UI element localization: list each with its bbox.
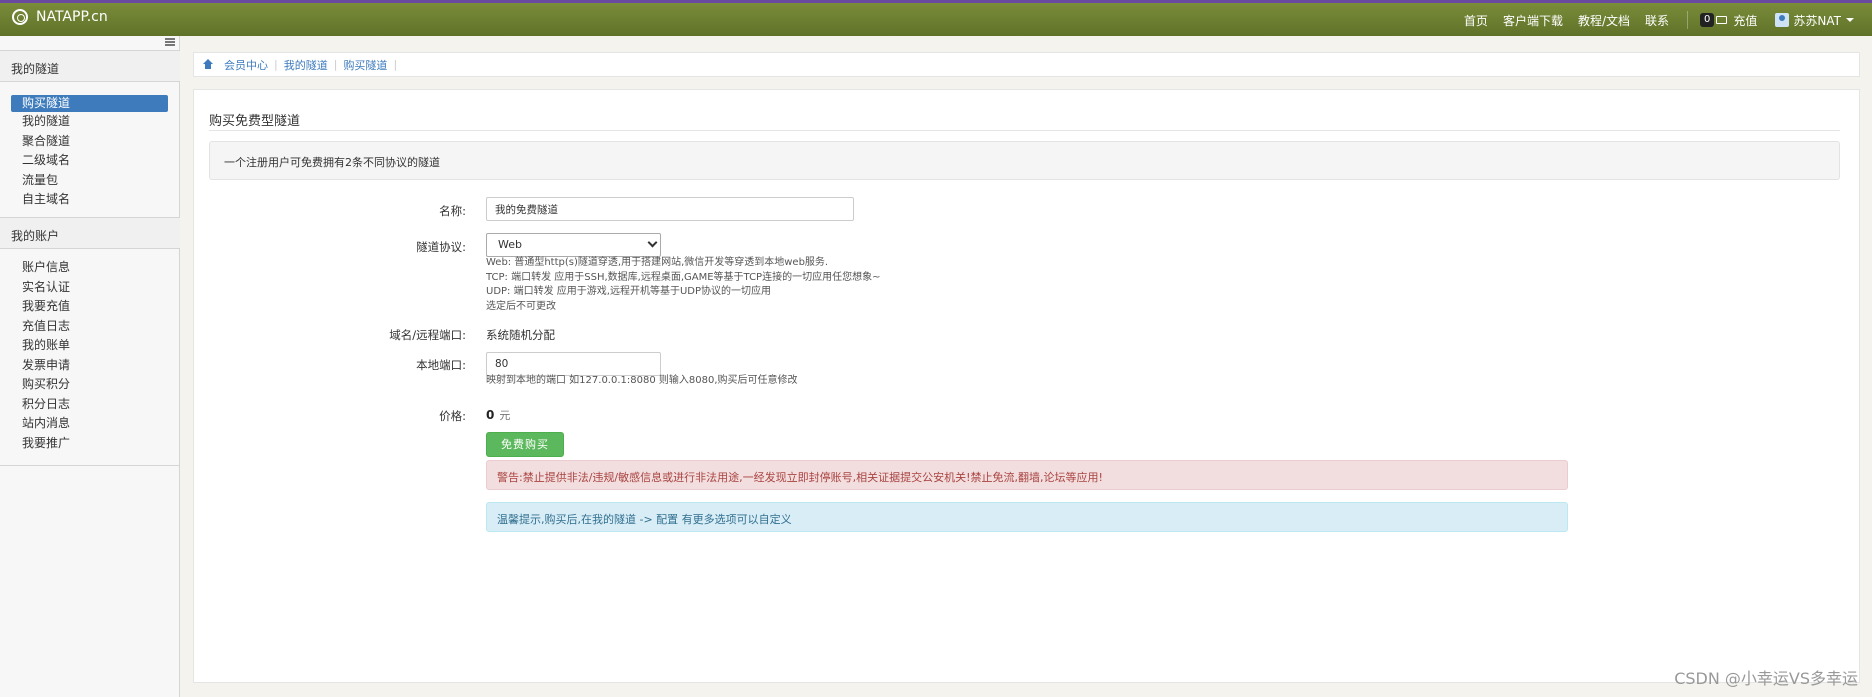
breadcrumb-separator: | — [393, 58, 398, 71]
nav-download-link[interactable]: 客户端下载 — [1503, 12, 1563, 29]
sidebar-item-buy-points[interactable]: 购买积分 — [11, 375, 168, 395]
protocol-selected-value: Web — [498, 238, 522, 251]
breadcrumb-separator: | — [333, 58, 338, 71]
domain-value: 系统随机分配 — [486, 328, 555, 342]
home-icon[interactable] — [202, 59, 214, 70]
sidebar-section-tunnels: 我的隧道 — [0, 50, 180, 82]
natapp-logo-icon — [12, 9, 28, 25]
sidebar-item-custom-domain[interactable]: 自主域名 — [11, 190, 168, 210]
breadcrumb-buy-tunnel[interactable]: 购买隧道 — [343, 57, 387, 73]
protocol-help: Web: 普通型http(s)隧道穿透,用于搭建网站,微信开发等穿透到本地web… — [486, 256, 880, 314]
sidebar-item-promote[interactable]: 我要推广 — [11, 434, 168, 454]
tunnel-name-input[interactable] — [486, 197, 854, 221]
breadcrumb: 会员中心 | 我的隧道 | 购买隧道 | — [193, 52, 1860, 77]
free-tunnel-notice: 一个注册用户可免费拥有2条不同协议的隧道 — [209, 141, 1840, 180]
sidebar: 我的隧道 购买隧道 我的隧道 聚合隧道 二级域名 流量包 自主域名 我的账户 账… — [0, 36, 180, 697]
protocol-label: 隧道协议: — [416, 240, 466, 254]
wallet-card-icon — [1716, 16, 1728, 24]
sidebar-item-subdomain[interactable]: 二级域名 — [11, 151, 168, 171]
protocol-help-tcp: TCP: 端口转发 应用于SSH,数据库,远程桌面,GAME等基于TCP连接的一… — [486, 271, 881, 283]
breadcrumb-separator: | — [274, 58, 278, 71]
caret-down-icon — [1846, 18, 1854, 22]
chevron-down-icon — [647, 237, 658, 248]
brand[interactable]: NATAPP.cn — [12, 9, 108, 25]
protocol-select[interactable]: Web — [486, 233, 661, 257]
breadcrumb-my-tunnels[interactable]: 我的隧道 — [284, 57, 328, 73]
protocol-help-note: 选定后不可更改 — [486, 300, 556, 312]
sidebar-item-messages[interactable]: 站内消息 — [11, 414, 168, 434]
domain-label: 域名/远程端口: — [389, 328, 466, 342]
recharge-label: 充值 — [1733, 13, 1758, 28]
sidebar-item-invoice[interactable]: 发票申请 — [11, 356, 168, 376]
main-panel: 购买免费型隧道 一个注册用户可免费拥有2条不同协议的隧道 名称: 隧道协议: W… — [193, 89, 1860, 683]
sidebar-item-traffic-pack[interactable]: 流量包 — [11, 171, 168, 191]
breadcrumb-member-center[interactable]: 会员中心 — [224, 57, 268, 73]
price-unit: 元 — [499, 409, 511, 422]
protocol-help-web: Web: 普通型http(s)隧道穿透,用于搭建网站,微信开发等穿透到本地web… — [486, 257, 829, 268]
local-port-input[interactable] — [486, 352, 661, 376]
local-port-help: 映射到本地的端口 如127.0.0.1:8080 则输入8080,购买后可任意修… — [486, 375, 798, 386]
nav-right: 首页 客户端下载 教程/文档 联系 0 充值 苏苏NAT — [1449, 11, 1854, 29]
warning-alert: 警告:禁止提供非法/违规/敏感信息或进行非法用途,一经发现立即封停账号,相关证据… — [486, 460, 1568, 490]
sidebar-item-points-log[interactable]: 积分日志 — [11, 395, 168, 415]
sidebar-item-recharge-log[interactable]: 充值日志 — [11, 317, 168, 337]
nav-divider — [1687, 11, 1689, 29]
sidebar-item-buy-tunnel[interactable]: 购买隧道 — [11, 95, 168, 112]
top-navbar: NATAPP.cn 首页 客户端下载 教程/文档 联系 0 充值 苏苏NAT — [0, 0, 1872, 36]
local-port-label: 本地端口: — [416, 358, 466, 372]
price-label: 价格: — [439, 409, 466, 423]
free-buy-button[interactable]: 免费购买 — [486, 432, 564, 457]
user-icon — [1775, 13, 1790, 27]
sidebar-collapse-icon[interactable] — [165, 38, 175, 46]
sidebar-item-my-tunnels[interactable]: 我的隧道 — [11, 112, 168, 132]
page-title: 购买免费型隧道 — [209, 114, 301, 129]
name-label: 名称: — [439, 204, 466, 218]
sidebar-item-recharge[interactable]: 我要充值 — [11, 297, 168, 317]
sidebar-item-aggregate-tunnels[interactable]: 聚合隧道 — [11, 132, 168, 152]
recharge-button[interactable]: 0 充值 — [1700, 12, 1757, 29]
price-value: 0元 — [486, 407, 510, 423]
protocol-help-udp: UDP: 端口转发 应用于游戏,远程开机等基于UDP协议的一切应用 — [486, 286, 772, 297]
price-amount: 0 — [486, 408, 495, 422]
nav-home-link[interactable]: 首页 — [1464, 12, 1488, 29]
title-divider — [209, 130, 1840, 131]
sidebar-menu-tunnels: 购买隧道 我的隧道 聚合隧道 二级域名 流量包 自主域名 — [11, 94, 168, 210]
sidebar-item-verification[interactable]: 实名认证 — [11, 278, 168, 298]
sidebar-divider — [0, 465, 180, 466]
sidebar-menu-account: 账户信息 实名认证 我要充值 充值日志 我的账单 发票申请 购买积分 积分日志 … — [11, 258, 168, 453]
csdn-watermark: CSDN @小幸运VS多幸运 — [1674, 669, 1858, 688]
user-name: 苏苏NAT — [1793, 13, 1841, 28]
sidebar-section-account: 我的账户 — [0, 217, 180, 249]
nav-docs-link[interactable]: 教程/文档 — [1578, 12, 1630, 29]
tip-alert: 温馨提示,购买后,在我的隧道 -> 配置 有更多选项可以自定义 — [486, 502, 1568, 532]
nav-contact-link[interactable]: 联系 — [1645, 12, 1669, 29]
user-menu[interactable]: 苏苏NAT — [1775, 12, 1854, 29]
brand-name: NATAPP.cn — [36, 9, 108, 25]
sidebar-item-account-info[interactable]: 账户信息 — [11, 258, 168, 278]
balance-badge: 0 — [1700, 13, 1715, 27]
sidebar-item-bills[interactable]: 我的账单 — [11, 336, 168, 356]
